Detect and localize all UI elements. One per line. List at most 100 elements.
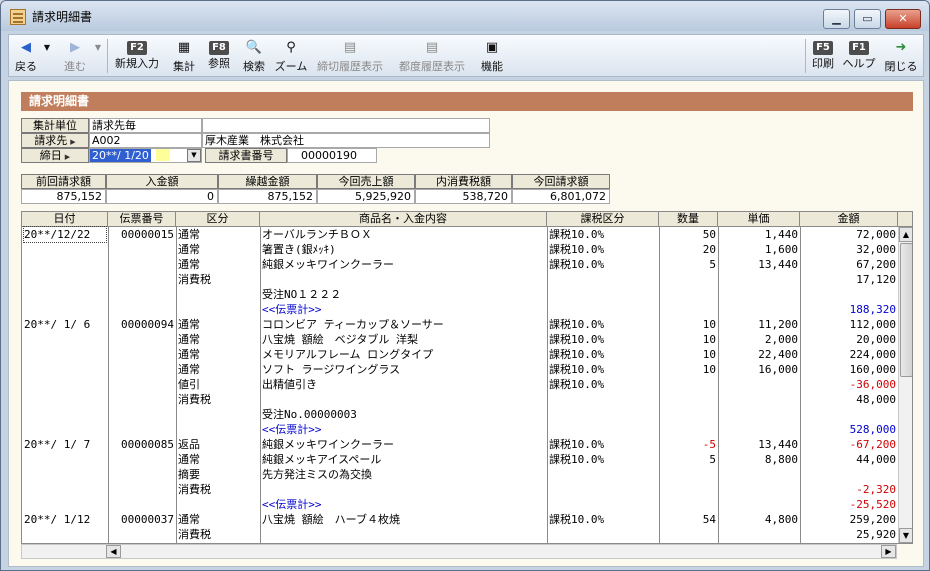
table-row[interactable]: 通常 純銀メッキアイスペール 課税10.0% 5 8,800 44,000 xyxy=(22,452,898,467)
close-button[interactable]: ➜ 閉じる xyxy=(883,37,919,75)
table-row[interactable]: 20**/12/22 00000015 通常 オーバルランチＢＯＸ 課税10.0% 50 1… xyxy=(22,226,898,243)
scroll-right-icon[interactable]: ▶ xyxy=(881,545,896,558)
cell-item: <<伝票計>> xyxy=(262,303,322,316)
col-header-amount[interactable]: 金額 xyxy=(800,212,898,227)
forward-history-dropdown[interactable]: ▼ xyxy=(93,37,103,75)
cell-amount: -67,200 xyxy=(849,438,896,451)
cell-slip xyxy=(110,467,174,482)
col-header-price[interactable]: 単価 xyxy=(718,212,800,227)
table-row[interactable]: 消費税 48,000 xyxy=(22,392,898,407)
cell-slip: 00000037 xyxy=(121,513,174,526)
close-window-button[interactable]: ✕ xyxy=(885,9,921,29)
table-row[interactable]: 消費税 -2,320 xyxy=(22,482,898,497)
table-row[interactable]: 通常 純銀メッキワインクーラー 課税10.0% 5 13,440 67,200 xyxy=(22,257,898,272)
tax-value: 538,720 xyxy=(415,189,512,204)
zoom-button[interactable]: ⚲ ズーム xyxy=(273,37,309,75)
help-button[interactable]: F1 ヘルプ xyxy=(842,37,876,75)
col-header-qty[interactable]: 数量 xyxy=(659,212,718,227)
table-row[interactable]: <<伝票計>> -25,520 xyxy=(22,497,898,512)
reference-button[interactable]: F8 参照 xyxy=(204,37,234,75)
table-row[interactable]: 消費税 25,920 xyxy=(22,527,898,542)
cell-amount: 32,000 xyxy=(856,243,896,256)
cell-date xyxy=(24,452,106,467)
cell-price xyxy=(720,467,798,482)
minimize-button[interactable]: ▁ xyxy=(823,9,850,29)
table-row[interactable]: 値引 出精値引き 課税10.0% -36,000 xyxy=(22,377,898,392)
cell-qty xyxy=(661,272,716,287)
table-row[interactable]: 受注NO１２２２ xyxy=(22,287,898,302)
toolbar: ◀ 戻る ▼ ▶ 進む ▼ F2 新規入力 ▦ 集計 F8 参照 🔍 検索 ⚲ … xyxy=(8,34,924,77)
forward-button[interactable]: ▶ 進む xyxy=(59,37,91,75)
each-history-button[interactable]: ▤ 都度履歴表示 xyxy=(394,37,470,75)
table-row[interactable]: 20**/ 1/ 7 00000085 返品 純銀メッキワインクーラー 課税10.0% -… xyxy=(22,437,898,452)
table-row[interactable]: 20**/ 1/12 00000037 通常 八宝焼 額絵 ハーブ４枚焼 課税10.0%… xyxy=(22,512,898,527)
cell-item: 先方発注ミスの為交換 xyxy=(262,468,372,481)
cell-kubun: 摘要 xyxy=(178,468,200,481)
closing-history-button[interactable]: ▤ 締切履歴表示 xyxy=(312,37,388,75)
cell-tax xyxy=(549,422,657,437)
cell-date: 20**/ 1/12 xyxy=(24,513,91,526)
col-header-kubun[interactable]: 区分 xyxy=(176,212,260,227)
sales-value: 5,925,920 xyxy=(317,189,415,204)
detail-grid[interactable]: 日付 伝票番号 区分 商品名・入金内容 課税区分 数量 単価 金額 ▲ ▼ 20… xyxy=(21,211,913,544)
table-row[interactable]: 摘要 先方発注ミスの為交換 xyxy=(22,467,898,482)
unit-field[interactable]: 請求先毎 xyxy=(89,118,202,133)
new-entry-button[interactable]: F2 新規入力 xyxy=(112,37,162,75)
col-header-slip[interactable]: 伝票番号 xyxy=(108,212,176,227)
cell-tax: 課税10.0% xyxy=(549,378,605,391)
cell-amount xyxy=(802,407,896,422)
scroll-thumb[interactable] xyxy=(900,243,912,377)
cell-price xyxy=(720,392,798,407)
table-row[interactable]: 通常 箸置き(銀ﾒｯｷ) 課税10.0% 20 1,600 32,000 xyxy=(22,242,898,257)
total-button[interactable]: ▦ 集計 xyxy=(169,37,199,75)
closing-date-field[interactable]: 20**/ 1/20 ▼ xyxy=(89,148,202,163)
cell-price xyxy=(720,482,798,497)
table-row[interactable]: 通常 メモリアルフレーム ロングタイプ 課税10.0% 10 22,400 224,000 xyxy=(22,347,898,362)
carryover-label: 繰越金額 xyxy=(218,174,317,189)
cell-amount: 25,920 xyxy=(856,528,896,541)
chevron-down-icon[interactable]: ▼ xyxy=(187,149,201,162)
col-header-tax[interactable]: 課税区分 xyxy=(547,212,659,227)
cell-item: 箸置き(銀ﾒｯｷ) xyxy=(262,243,336,256)
scroll-up-icon[interactable]: ▲ xyxy=(899,227,912,242)
scroll-left-icon[interactable]: ◀ xyxy=(106,545,121,558)
invoice-no-label: 請求書番号 xyxy=(205,148,287,163)
app-icon xyxy=(10,9,26,25)
maximize-button[interactable]: ▭ xyxy=(854,9,881,29)
zoom-icon: ⚲ xyxy=(286,40,296,55)
table-row[interactable]: 受注No.00000003 xyxy=(22,407,898,422)
col-header-date[interactable]: 日付 xyxy=(22,212,108,227)
table-row[interactable]: <<伝票計>> 528,000 xyxy=(22,422,898,437)
f1-key-icon: F1 xyxy=(849,41,869,55)
table-row[interactable]: 通常 ソフト ラージワイングラス 課税10.0% 10 16,000 160,000 xyxy=(22,362,898,377)
cell-qty xyxy=(661,422,716,437)
cell-price xyxy=(720,377,798,392)
cell-slip xyxy=(110,377,174,392)
table-row[interactable]: 通常 八宝焼 額絵 ベジタブル 洋梨 課税10.0% 10 2,000 20,000 xyxy=(22,332,898,347)
scroll-down-icon[interactable]: ▼ xyxy=(899,528,912,543)
col-header-item[interactable]: 商品名・入金内容 xyxy=(260,212,547,227)
billto-label[interactable]: 請求先 ▶ xyxy=(21,133,89,148)
calculator-icon: ▦ xyxy=(177,40,191,55)
cell-price xyxy=(720,527,798,542)
closing-label[interactable]: 締日 ▶ xyxy=(21,148,89,163)
search-button[interactable]: 🔍 検索 xyxy=(239,37,269,75)
vertical-scrollbar[interactable]: ▲ ▼ xyxy=(898,227,912,543)
table-row[interactable]: 消費税 17,120 xyxy=(22,272,898,287)
cell-kubun: 消費税 xyxy=(178,528,211,541)
chevron-down-icon: ▼ xyxy=(94,43,102,52)
cell-amount: 224,000 xyxy=(849,348,896,361)
cell-qty xyxy=(661,377,716,392)
cell-price xyxy=(720,302,798,317)
cell-price: 13,440 xyxy=(758,438,798,451)
back-button[interactable]: ◀ 戻る xyxy=(11,37,41,75)
horizontal-scrollbar[interactable]: ◀ ▶ xyxy=(21,544,897,559)
cell-date xyxy=(24,287,106,302)
function-button[interactable]: ▣ 機能 xyxy=(477,37,507,75)
print-button[interactable]: F5 印刷 xyxy=(809,37,837,75)
cell-kubun xyxy=(178,497,258,512)
billto-code-field[interactable]: A002 xyxy=(89,133,202,148)
back-history-dropdown[interactable]: ▼ xyxy=(42,37,52,75)
table-row[interactable]: <<伝票計>> 188,320 xyxy=(22,302,898,317)
table-row[interactable]: 20**/ 1/ 6 00000094 通常 コロンビア ティーカップ＆ソーサー 課税1… xyxy=(22,317,898,332)
